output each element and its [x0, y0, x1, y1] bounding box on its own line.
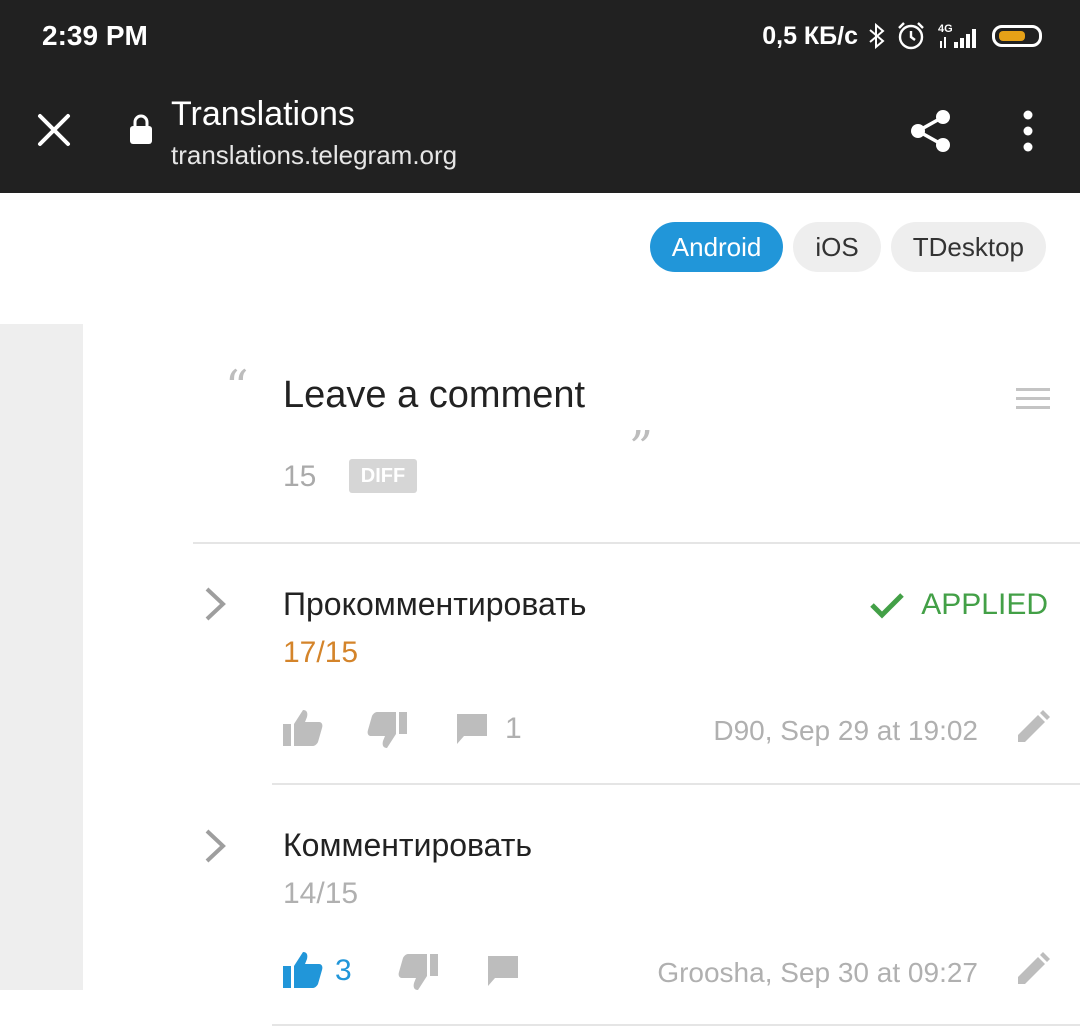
translation-text: Прокомментировать [283, 586, 587, 622]
tab-android[interactable]: Android [649, 222, 784, 272]
tab-ios[interactable]: iOS [793, 222, 881, 272]
signal-icon: 4G [938, 23, 976, 48]
battery-icon [992, 25, 1042, 47]
comment-icon[interactable] [486, 954, 520, 988]
translation-author-date: D90, Sep 29 at 19:02 [713, 715, 978, 746]
quote-close: „ [630, 392, 654, 446]
alarm-icon [898, 22, 924, 50]
comment-icon[interactable] [455, 712, 489, 746]
applied-label: APPLIED [921, 588, 1048, 621]
translation-text: Комментировать [283, 827, 533, 863]
page-title: Translations [171, 95, 355, 133]
divider [272, 783, 1080, 785]
thumbs-up-icon[interactable] [283, 950, 323, 988]
network-speed: 0,5 КБ/с [762, 21, 858, 50]
check-icon [870, 593, 905, 619]
quote-open: “ [225, 360, 249, 414]
status-icons: 0,5 КБ/с 4G [762, 16, 1042, 56]
battery-level [999, 31, 1025, 41]
share-icon[interactable] [908, 108, 954, 154]
edit-pencil-icon[interactable] [1014, 710, 1050, 746]
like-count: 3 [335, 954, 352, 987]
menu-icon[interactable] [1016, 386, 1050, 412]
translation-author-date: Groosha, Sep 30 at 09:27 [657, 957, 978, 988]
close-icon[interactable] [34, 110, 74, 150]
thumbs-down-icon[interactable] [367, 712, 407, 750]
lock-icon [130, 114, 152, 144]
expand-chevron-icon[interactable] [202, 828, 228, 864]
source-char-count: 15 [283, 460, 317, 493]
thumbs-up-icon[interactable] [283, 708, 323, 746]
divider [272, 1024, 1080, 1026]
tab-tdesktop[interactable]: TDesktop [890, 222, 1046, 272]
more-icon[interactable] [1013, 108, 1043, 154]
divider [193, 542, 1080, 544]
source-phrase: Leave a comment [283, 374, 586, 416]
browser-toolbar: 2:39 PM 0,5 КБ/с 4G Translations transla… [0, 0, 1080, 193]
edit-pencil-icon[interactable] [1014, 952, 1050, 988]
page-url[interactable]: translations.telegram.org [171, 140, 457, 171]
left-panel [0, 324, 83, 990]
translation-char-count: 14/15 [283, 877, 359, 910]
comment-count: 1 [505, 712, 522, 745]
bluetooth-icon [869, 22, 885, 50]
platform-tabs: Android iOS TDesktop [649, 222, 1046, 272]
translation-char-count: 17/15 [283, 636, 359, 669]
thumbs-down-icon[interactable] [398, 954, 438, 992]
diff-button[interactable]: DIFF [349, 459, 417, 493]
applied-status: APPLIED [869, 588, 1048, 622]
expand-chevron-icon[interactable] [202, 586, 228, 622]
status-time: 2:39 PM [42, 20, 148, 51]
network-type-label: 4G [938, 23, 953, 35]
